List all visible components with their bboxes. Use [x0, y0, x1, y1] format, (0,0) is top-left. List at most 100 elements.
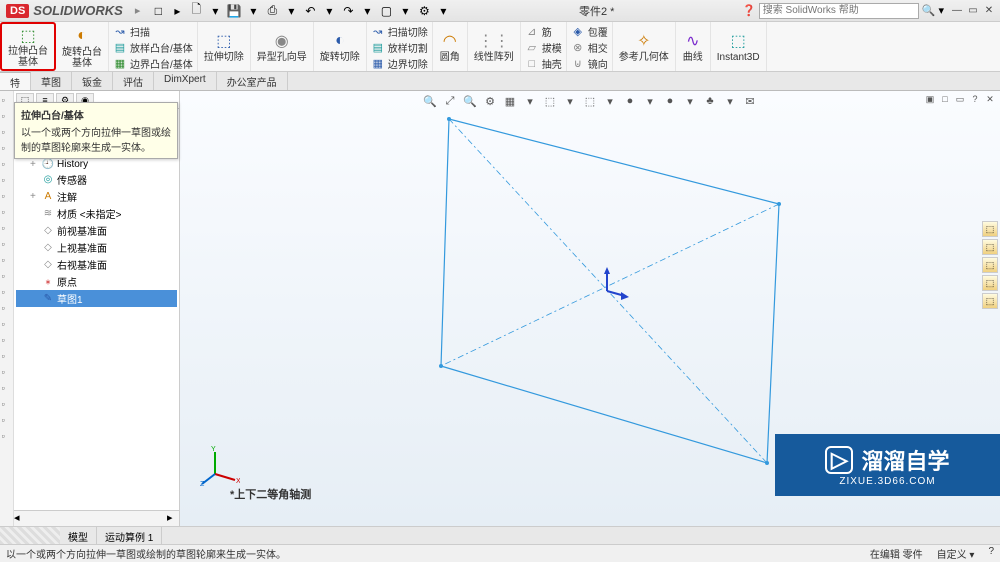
- ribbon-g4-0[interactable]: ◈包覆: [571, 24, 608, 39]
- left-tool-0[interactable]: ▫: [2, 95, 12, 105]
- ribbon-hole[interactable]: ◉异型孔向导: [251, 22, 314, 71]
- right-tool-4[interactable]: ⬚: [982, 293, 998, 309]
- qat-item-2[interactable]: 🗋: [188, 3, 204, 19]
- left-tool-11[interactable]: ▫: [2, 271, 12, 281]
- tab-4[interactable]: DimXpert: [154, 72, 217, 90]
- ribbon-cut_rev[interactable]: ◐旋转切除: [314, 22, 367, 71]
- qat-item-0[interactable]: □: [150, 3, 166, 19]
- left-tool-7[interactable]: ▫: [2, 207, 12, 217]
- ribbon-g4-1[interactable]: ⊗相交: [571, 40, 608, 55]
- right-tool-1[interactable]: ⬚: [982, 239, 998, 255]
- qat-item-12[interactable]: ▢: [378, 3, 394, 19]
- tree-label-2: 注解: [57, 189, 77, 204]
- qat-item-3[interactable]: ▾: [207, 3, 223, 19]
- tree-item-0[interactable]: +🕘History: [16, 157, 177, 171]
- tree-icon-0: 🕘: [42, 158, 54, 170]
- ribbon-g1-1[interactable]: ▤放样凸台/基体: [113, 40, 193, 55]
- tree-item-7[interactable]: ⁎原点: [16, 273, 177, 290]
- left-tool-18[interactable]: ▫: [2, 383, 12, 393]
- qat-item-1[interactable]: ▸: [169, 3, 185, 19]
- ribbon-g3-0[interactable]: ⊿筋: [525, 24, 562, 39]
- left-tool-17[interactable]: ▫: [2, 367, 12, 377]
- left-tool-19[interactable]: ▫: [2, 399, 12, 409]
- ribbon-g1-0[interactable]: ↝扫描: [113, 24, 193, 39]
- minimize-button[interactable]: —: [950, 4, 964, 18]
- left-tool-21[interactable]: ▫: [2, 431, 12, 441]
- ribbon-g2-0[interactable]: ↝扫描切除: [371, 24, 428, 39]
- tab-1[interactable]: 草图: [31, 72, 72, 90]
- left-tool-8[interactable]: ▫: [2, 223, 12, 233]
- menu-dropdown-icon[interactable]: ▸: [135, 4, 141, 17]
- timeline-preview[interactable]: [0, 527, 60, 544]
- status-custom[interactable]: 自定义 ▾: [937, 546, 975, 561]
- tree-item-6[interactable]: ◇右视基准面: [16, 256, 177, 273]
- left-tool-1[interactable]: ▫: [2, 111, 12, 121]
- tree-item-3[interactable]: ≋材质 <未指定>: [16, 205, 177, 222]
- ribbon-g3-2[interactable]: □抽壳: [525, 56, 562, 71]
- search-input[interactable]: [759, 3, 919, 19]
- left-tool-13[interactable]: ▫: [2, 303, 12, 313]
- close-button[interactable]: ✕: [982, 4, 996, 18]
- left-tool-4[interactable]: ▫: [2, 159, 12, 169]
- tab-2[interactable]: 钣金: [72, 72, 113, 90]
- qat-item-14[interactable]: ⚙: [416, 3, 432, 19]
- tooltip-desc: 以一个或两个方向拉伸一草图或绘制的草图轮廓来生成一实体。: [21, 124, 171, 154]
- ribbon-cut_ext[interactable]: ⬚拉伸切除: [198, 22, 251, 71]
- left-tool-10[interactable]: ▫: [2, 255, 12, 265]
- qat-item-9[interactable]: ▾: [321, 3, 337, 19]
- qat-item-13[interactable]: ▾: [397, 3, 413, 19]
- qat-item-6[interactable]: ⎙: [264, 3, 280, 19]
- search-dropdown-icon[interactable]: ▾: [938, 4, 944, 17]
- tab-motion[interactable]: 运动算例 1: [97, 527, 162, 544]
- ribbon-revolve[interactable]: ◐旋转凸台基体: [56, 22, 109, 71]
- qat-item-7[interactable]: ▾: [283, 3, 299, 19]
- left-tool-3[interactable]: ▫: [2, 143, 12, 153]
- left-tool-6[interactable]: ▫: [2, 191, 12, 201]
- status-help-icon[interactable]: ?: [988, 546, 994, 561]
- restore-button[interactable]: ▭: [966, 4, 980, 18]
- ribbon-extrude[interactable]: ⬚拉伸凸台基体: [0, 22, 56, 71]
- tab-3[interactable]: 评估: [113, 72, 154, 90]
- viewport[interactable]: 🔍⤢🔍⚙▦▾⬚▾⬚▾●▾●▾♣▾✉ ▣□▭?✕ Y X Z *上下二等角轴测 ⬚…: [180, 91, 1000, 526]
- left-tool-2[interactable]: ▫: [2, 127, 12, 137]
- ribbon-instant3d[interactable]: ⬚Instant3D: [711, 22, 767, 71]
- ribbon-g2-1[interactable]: ▤放样切割: [371, 40, 428, 55]
- left-tool-9[interactable]: ▫: [2, 239, 12, 249]
- right-tool-2[interactable]: ⬚: [982, 257, 998, 273]
- qat-item-8[interactable]: ↶: [302, 3, 318, 19]
- tab-model[interactable]: 模型: [60, 527, 97, 544]
- left-tool-20[interactable]: ▫: [2, 415, 12, 425]
- tree-scrollbar[interactable]: ◂▸: [14, 510, 179, 526]
- tree-item-1[interactable]: ◎传感器: [16, 171, 177, 188]
- left-tool-12[interactable]: ▫: [2, 287, 12, 297]
- left-tool-14[interactable]: ▫: [2, 319, 12, 329]
- left-tool-5[interactable]: ▫: [2, 175, 12, 185]
- ribbon-g1-2[interactable]: ▦边界凸台/基体: [113, 56, 193, 71]
- tree-item-2[interactable]: +A注解: [16, 188, 177, 205]
- ribbon-fillet[interactable]: ◠圆角: [433, 22, 468, 71]
- qat-item-10[interactable]: ↷: [340, 3, 356, 19]
- ribbon-pattern[interactable]: ⋮⋮线性阵列: [468, 22, 521, 71]
- tree-item-8[interactable]: ✎草图1: [16, 290, 177, 307]
- search-icon[interactable]: 🔍: [922, 4, 936, 17]
- tree-item-4[interactable]: ◇前视基准面: [16, 222, 177, 239]
- tree-item-5[interactable]: ◇上视基准面: [16, 239, 177, 256]
- ribbon-curves[interactable]: ∿曲线: [676, 22, 711, 71]
- ribbon-g3-1[interactable]: ▱拔模: [525, 40, 562, 55]
- right-tool-3[interactable]: ⬚: [982, 275, 998, 291]
- qat-item-4[interactable]: 💾: [226, 3, 242, 19]
- ribbon-g4-2[interactable]: ⊍镜向: [571, 56, 608, 71]
- left-tool-15[interactable]: ▫: [2, 335, 12, 345]
- ribbon-refgeom[interactable]: ✧参考几何体: [613, 22, 676, 71]
- right-tool-0[interactable]: ⬚: [982, 221, 998, 237]
- left-tool-16[interactable]: ▫: [2, 351, 12, 361]
- tab-0[interactable]: 特: [0, 72, 31, 90]
- tab-5[interactable]: 办公室产品: [217, 72, 288, 90]
- qat-item-15[interactable]: ▾: [435, 3, 451, 19]
- help-icon[interactable]: ❓: [742, 4, 756, 17]
- expand-icon[interactable]: +: [30, 159, 39, 170]
- ribbon-g2-2[interactable]: ▦边界切除: [371, 56, 428, 71]
- qat-item-11[interactable]: ▾: [359, 3, 375, 19]
- expand-icon[interactable]: +: [30, 191, 39, 202]
- qat-item-5[interactable]: ▾: [245, 3, 261, 19]
